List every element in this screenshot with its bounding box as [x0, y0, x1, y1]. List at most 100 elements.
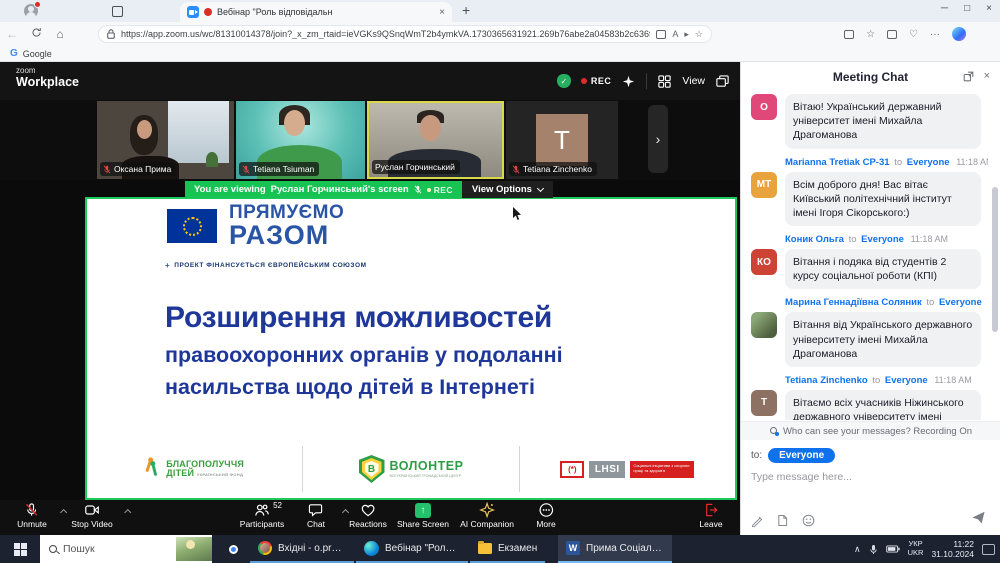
window-maximize-icon[interactable]: □ — [964, 3, 970, 14]
share-screen-button[interactable]: ↑ Share Screen — [397, 502, 449, 529]
settings-menu-icon[interactable]: ··· — [930, 29, 940, 40]
start-button[interactable] — [0, 535, 40, 563]
security-shield-icon[interactable]: ✓ — [557, 74, 571, 88]
message-time: 11:18 AM — [911, 234, 948, 244]
popout-chat-icon[interactable] — [963, 71, 974, 82]
lock-icon — [107, 29, 115, 39]
message-recipient[interactable]: Everyone — [885, 375, 928, 386]
emoji-icon[interactable] — [802, 514, 815, 527]
next-participants-button[interactable]: › — [648, 105, 668, 173]
lhsi-logo: (*) LHSI Соціальні ініціативи з охорони … — [519, 446, 735, 492]
send-message-icon[interactable] — [971, 510, 986, 525]
chat-messages[interactable]: O Вітаю! Український державний університ… — [741, 92, 992, 420]
plant-decor — [206, 152, 218, 167]
leave-button[interactable]: Leave — [699, 502, 722, 529]
message-bubble: Вітання і подяка від студентів 2 курсу с… — [785, 249, 981, 289]
view-button[interactable]: View — [682, 75, 705, 87]
format-text-icon[interactable] — [751, 515, 763, 527]
participant-name-badge: Руслан Горчинський — [372, 160, 460, 174]
recipient-selector[interactable]: Everyone — [768, 448, 835, 463]
message-time: 11:18 AM — [934, 375, 971, 385]
message-sender[interactable]: Марина Геннадіївна Соляник — [785, 297, 922, 308]
enter-immersive-reader-icon[interactable] — [656, 30, 666, 39]
muted-mic-icon — [103, 165, 111, 174]
more-dots-icon — [538, 502, 554, 518]
browser-address-bar: ← ⌂ https://app.zoom.us/wc/81310014378/j… — [0, 22, 1000, 46]
split-screen-icon[interactable] — [844, 30, 854, 39]
tab-actions-icon[interactable] — [112, 6, 123, 17]
video-tile-oksana[interactable]: Оксана Прима — [97, 101, 234, 179]
new-tab-button[interactable]: + — [462, 2, 470, 18]
browser-essentials-icon[interactable]: ♡ — [909, 29, 918, 40]
tab-close-icon[interactable]: × — [439, 7, 445, 18]
message-sender[interactable]: Tetiana Zinchenko — [785, 375, 868, 386]
bookmark-google[interactable]: Google — [23, 49, 52, 59]
message-recipient[interactable]: Everyone — [939, 297, 982, 308]
chevron-up-icon[interactable] — [124, 509, 131, 516]
search-highlight-image[interactable] — [176, 537, 212, 561]
taskbar-search[interactable] — [40, 535, 212, 563]
message-header: Марина Геннадіївна Соляник to Everyone 1… — [785, 297, 988, 308]
view-options-button[interactable]: View Options — [462, 181, 553, 198]
collections-icon[interactable] — [887, 30, 897, 39]
chevron-up-icon[interactable] — [60, 509, 67, 516]
popout-windows-icon[interactable] — [715, 74, 730, 89]
message-header: Marianna Tretiak СР-31 to Everyone 11:18… — [785, 157, 988, 168]
window-close-icon[interactable]: × — [986, 3, 992, 14]
chat-scrollbar[interactable] — [992, 187, 998, 332]
windows-logo-icon — [14, 543, 27, 556]
video-tile-tetiana-tsiuman[interactable]: Tetiana Tsiuman — [236, 101, 365, 179]
chat-button[interactable]: Chat — [307, 502, 325, 529]
favorites-icon[interactable]: ☆ — [866, 29, 875, 40]
participants-count: 52 — [273, 501, 282, 510]
battery-icon[interactable] — [886, 545, 900, 553]
stop-video-button[interactable]: Stop Video — [71, 502, 112, 529]
unmute-button[interactable]: Unmute — [17, 502, 47, 529]
screen: Вебінар "Роль відповідальн × + ─ □ × ← ⌂… — [0, 0, 1000, 563]
favorite-star-icon[interactable]: ☆ — [695, 29, 703, 40]
ai-companion-sparkle-icon[interactable] — [621, 74, 636, 89]
message-sender[interactable]: Marianna Tretiak СР-31 — [785, 157, 890, 168]
message-sender[interactable]: Коник Ольга — [785, 234, 844, 245]
taskbar-app-word[interactable]: W Прима Соціальна ... — [558, 535, 672, 563]
browser-profile-avatar[interactable] — [24, 4, 38, 18]
video-tile-tetiana-zinchenko[interactable]: T Tetiana Zinchenko — [506, 101, 618, 179]
chat-message-input[interactable] — [751, 471, 990, 483]
shared-screen: ПРЯМУЄМО РАЗОМ + ПРОЕКТ ФІНАНСУЄТЬСЯ ЄВР… — [85, 197, 737, 500]
tray-mic-icon[interactable] — [869, 544, 878, 555]
media-control-icon[interactable]: ▸ — [684, 29, 689, 40]
url-field[interactable]: https://app.zoom.us/wc/81310014378/join?… — [98, 25, 712, 43]
taskbar-app-folder[interactable]: Екзамен — [470, 535, 545, 563]
system-tray: ∧ УКР UKR 11:22 31.10.2024 — [854, 535, 995, 563]
tray-expand-icon[interactable]: ∧ — [854, 544, 861, 555]
back-icon[interactable]: ← — [0, 27, 24, 41]
language-indicator[interactable]: УКР UKR — [908, 540, 924, 557]
participants-button[interactable]: 52 Participants — [240, 502, 284, 529]
reactions-button[interactable]: Reactions — [349, 502, 387, 529]
search-input[interactable] — [63, 543, 155, 555]
home-icon[interactable]: ⌂ — [48, 27, 72, 41]
ai-companion-button[interactable]: AI Companion — [460, 502, 514, 529]
browser-tab-active[interactable]: Вебінар "Роль відповідальн × — [180, 2, 452, 22]
attach-file-icon[interactable] — [777, 514, 788, 527]
taskbar-app-webinar[interactable]: Вебінар "Роль від... — [356, 535, 468, 563]
message-recipient[interactable]: Everyone — [861, 234, 904, 245]
close-chat-icon[interactable]: × — [984, 70, 990, 82]
more-button[interactable]: More — [536, 502, 555, 529]
clock[interactable]: 11:22 31.10.2024 — [931, 539, 974, 559]
read-aloud-icon[interactable]: A — [672, 29, 678, 39]
chevron-up-icon[interactable] — [342, 509, 349, 516]
message-recipient[interactable]: Everyone — [907, 157, 950, 168]
bookmarks-bar: G Google — [0, 46, 1000, 62]
video-tile-ruslan-active-speaker[interactable]: Руслан Горчинський — [367, 101, 504, 179]
refresh-icon[interactable] — [24, 27, 48, 41]
taskbar-app-mail[interactable]: Вхідні - o.pryma@k... — [250, 535, 354, 563]
message-bubble: Вітаємо всіх учасників Ніжинського держа… — [785, 390, 981, 420]
chat-message: MT Всім доброго дня! Вас вітає Київський… — [751, 172, 988, 227]
project-logo: ПРЯМУЄМО РАЗОМ — [229, 203, 344, 249]
window-minimize-icon[interactable]: ─ — [941, 3, 948, 14]
muted-mic-icon — [242, 165, 250, 174]
action-center-icon[interactable] — [982, 544, 995, 555]
view-grid-icon[interactable] — [657, 74, 672, 89]
copilot-icon[interactable] — [952, 27, 966, 41]
